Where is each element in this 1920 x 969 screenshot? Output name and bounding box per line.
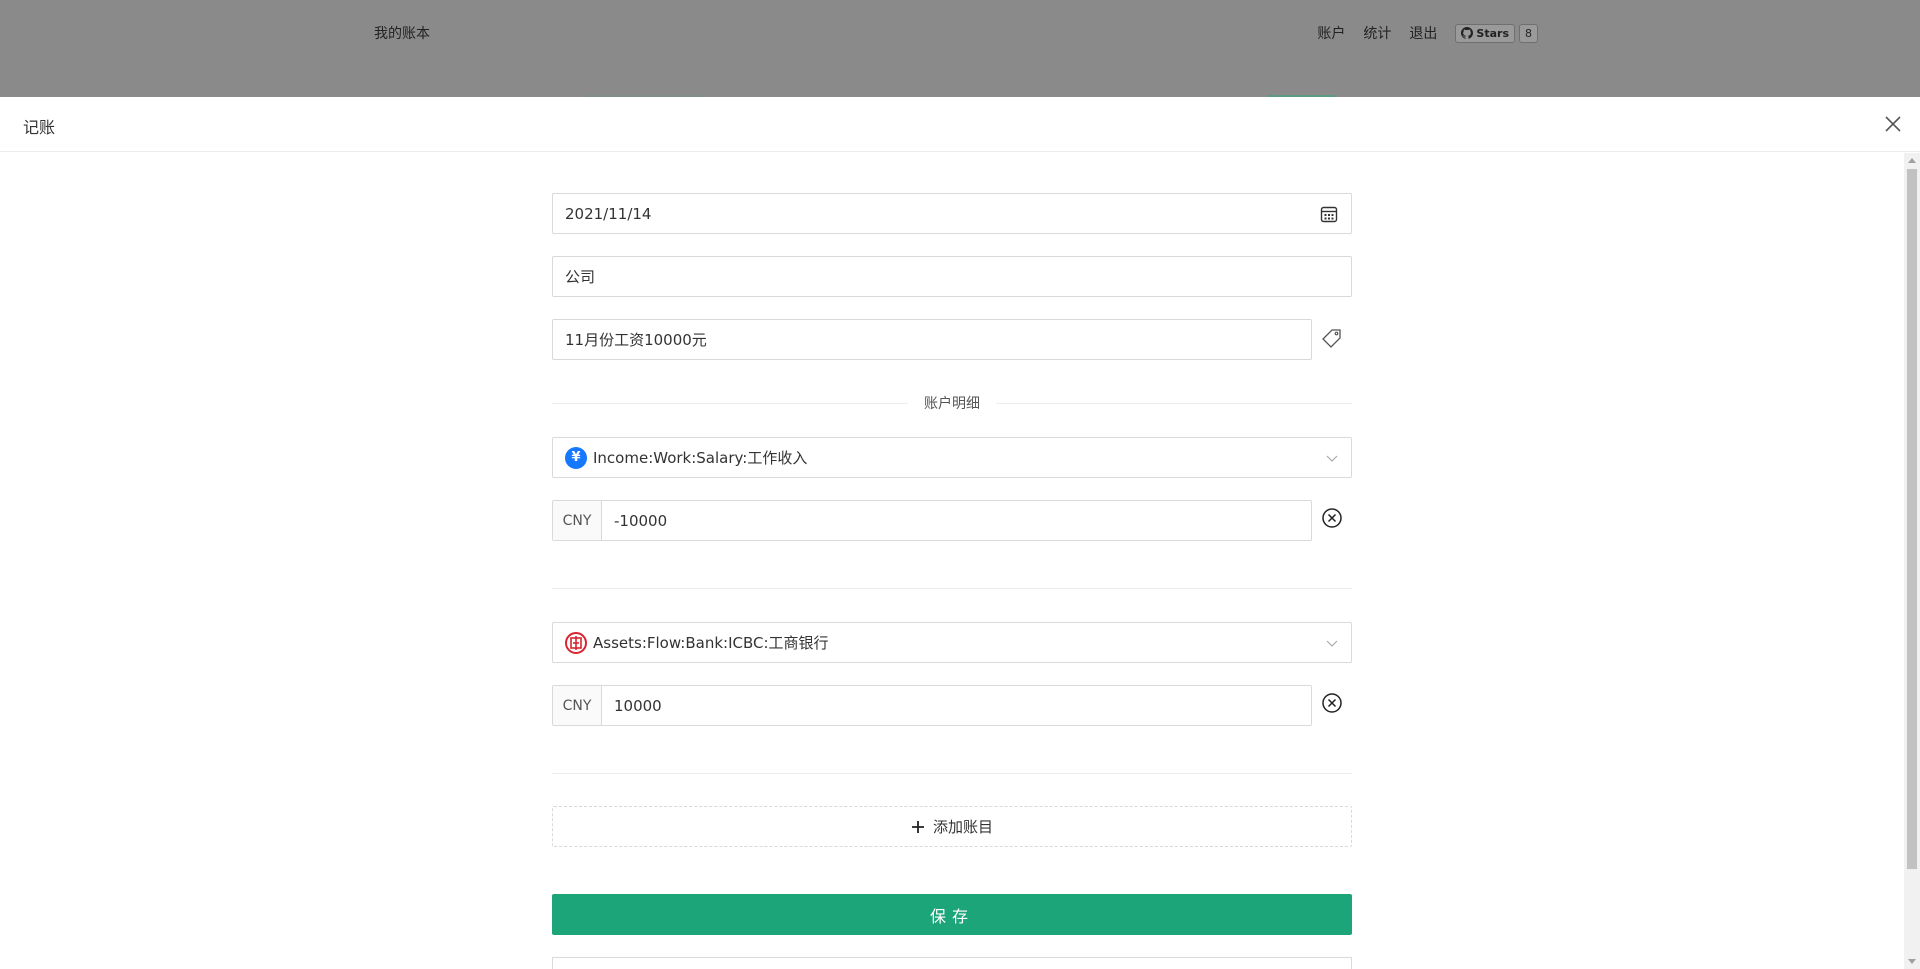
partial-element — [552, 957, 1352, 969]
amount-input-group: CNY 10000 — [552, 685, 1312, 726]
github-stars-count[interactable]: 8 — [1519, 23, 1538, 43]
calendar-icon[interactable] — [1319, 204, 1339, 224]
currency-addon: CNY — [553, 686, 602, 725]
chevron-down-icon — [1326, 455, 1338, 462]
narration-input[interactable]: 11月份工资10000元 — [552, 319, 1312, 360]
icbc-bank-icon — [565, 631, 587, 654]
account-value: Income:Work:Salary:工作收入 — [593, 449, 808, 467]
github-icon — [1461, 27, 1474, 39]
divider-line — [996, 402, 1352, 404]
payee-value: 公司 — [565, 268, 596, 286]
date-picker[interactable]: 2021/11/14 — [552, 193, 1352, 234]
date-value: 2021/11/14 — [565, 204, 652, 223]
divider-line — [552, 402, 908, 404]
amount-input[interactable]: -10000 — [602, 501, 1311, 540]
scroll-down-icon[interactable] — [1908, 959, 1916, 964]
yen-coin-icon: ¥ — [565, 446, 587, 469]
github-stars-badge[interactable]: Stars 8 — [1455, 23, 1538, 43]
plus-icon — [911, 820, 924, 833]
payee-input[interactable]: 公司 — [552, 256, 1352, 297]
remove-entry-icon[interactable] — [1320, 506, 1344, 530]
account-select-bank[interactable]: Assets:Flow:Bank:ICBC:工商银行 — [552, 622, 1352, 663]
top-nav: 账户 统计 退出 Stars 8 — [1317, 23, 1538, 43]
entry-separator — [552, 588, 1352, 589]
account-select-income[interactable]: ¥ Income:Work:Salary:工作收入 — [552, 437, 1352, 478]
currency-addon: CNY — [553, 501, 602, 540]
entry-separator — [552, 773, 1352, 774]
scroll-up-icon[interactable] — [1908, 158, 1916, 163]
add-entry-label: 添加账目 — [932, 818, 993, 836]
chevron-down-icon — [1326, 640, 1338, 647]
tag-icon[interactable] — [1320, 326, 1344, 350]
amount-input[interactable]: 10000 — [602, 686, 1311, 725]
brand-title[interactable]: 我的账本 — [374, 23, 430, 43]
github-stars-button[interactable]: Stars — [1455, 23, 1515, 43]
close-icon[interactable] — [1884, 115, 1902, 133]
app-header: 我的账本 账户 统计 退出 Stars 8 — [0, 0, 1920, 97]
drawer-scrollbar[interactable] — [1904, 153, 1920, 969]
narration-value: 11月份工资10000元 — [565, 331, 707, 349]
account-value: Assets:Flow:Bank:ICBC:工商银行 — [593, 634, 829, 652]
transaction-drawer: 记账 2021/11/14 公司 11月份工资10000元 账户明细 ¥ Inc… — [0, 97, 1920, 969]
entries-divider: 账户明细 — [552, 393, 1352, 413]
save-button[interactable]: 保存 — [552, 894, 1352, 935]
remove-entry-icon[interactable] — [1320, 691, 1344, 715]
drawer-header: 记账 — [0, 97, 1920, 152]
add-entry-button[interactable]: 添加账目 — [552, 806, 1352, 847]
github-stars-label: Stars — [1476, 26, 1509, 40]
amount-input-group: CNY -10000 — [552, 500, 1312, 541]
scrollbar-thumb[interactable] — [1907, 169, 1917, 869]
nav-stats[interactable]: 统计 — [1363, 23, 1391, 43]
save-label: 保存 — [929, 906, 974, 926]
nav-accounts[interactable]: 账户 — [1317, 23, 1345, 43]
drawer-title: 记账 — [23, 118, 56, 137]
entries-section-label: 账户明细 — [924, 396, 980, 412]
nav-logout[interactable]: 退出 — [1409, 23, 1437, 43]
